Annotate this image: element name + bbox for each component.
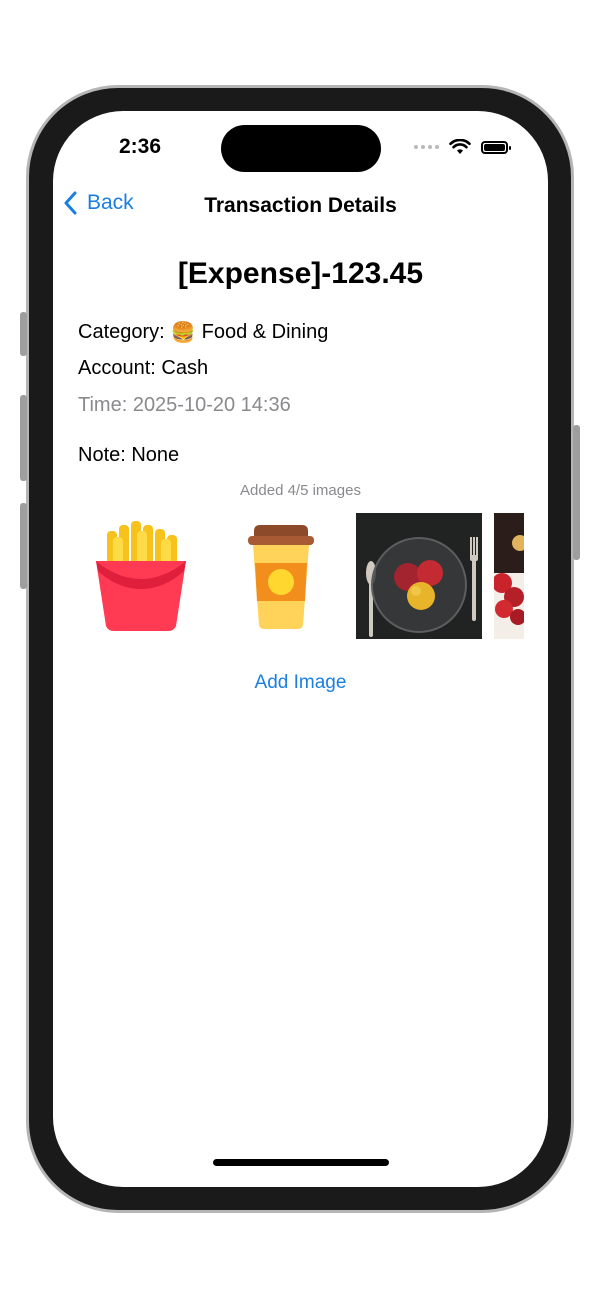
note-field: Note: None xyxy=(78,444,180,466)
time-field: Time: 2025-10-20 14:36 xyxy=(78,394,291,416)
french-fries-image[interactable] xyxy=(78,513,204,639)
category-row: Category: 🍔 Food & Dining xyxy=(78,320,328,345)
transaction-amount: [Expense]-123.45 xyxy=(177,257,424,290)
back-button[interactable]: Back xyxy=(63,191,134,215)
image-gallery[interactable] xyxy=(78,511,524,641)
account-field: Account: Cash xyxy=(78,357,209,379)
home-indicator[interactable] xyxy=(213,1159,389,1166)
category-value: Food & Dining xyxy=(201,321,329,343)
status-icons xyxy=(414,139,511,155)
chevron-left-icon xyxy=(64,191,77,215)
back-label: Back xyxy=(87,191,134,214)
status-time: 2:36 xyxy=(119,135,162,158)
signal-dots-icon xyxy=(414,145,439,149)
action-button xyxy=(20,312,27,356)
image-count: Added 4/5 images xyxy=(240,482,361,499)
power-button xyxy=(573,425,580,560)
volume-down-button xyxy=(20,503,27,589)
fruit-bowl-photo[interactable] xyxy=(356,513,482,639)
coffee-cup-image[interactable] xyxy=(218,513,344,639)
strawberries-photo[interactable] xyxy=(494,513,524,639)
dynamic-island xyxy=(221,125,381,172)
add-image-button[interactable]: Add Image xyxy=(53,672,548,694)
screen: 2:36 Back Transaction Details [Expense]-… xyxy=(53,111,548,1187)
burger-icon: 🍔 xyxy=(170,322,196,344)
category-label: Category: xyxy=(78,321,165,343)
wifi-icon xyxy=(449,139,471,154)
volume-up-button xyxy=(20,395,27,481)
battery-icon xyxy=(481,140,511,154)
